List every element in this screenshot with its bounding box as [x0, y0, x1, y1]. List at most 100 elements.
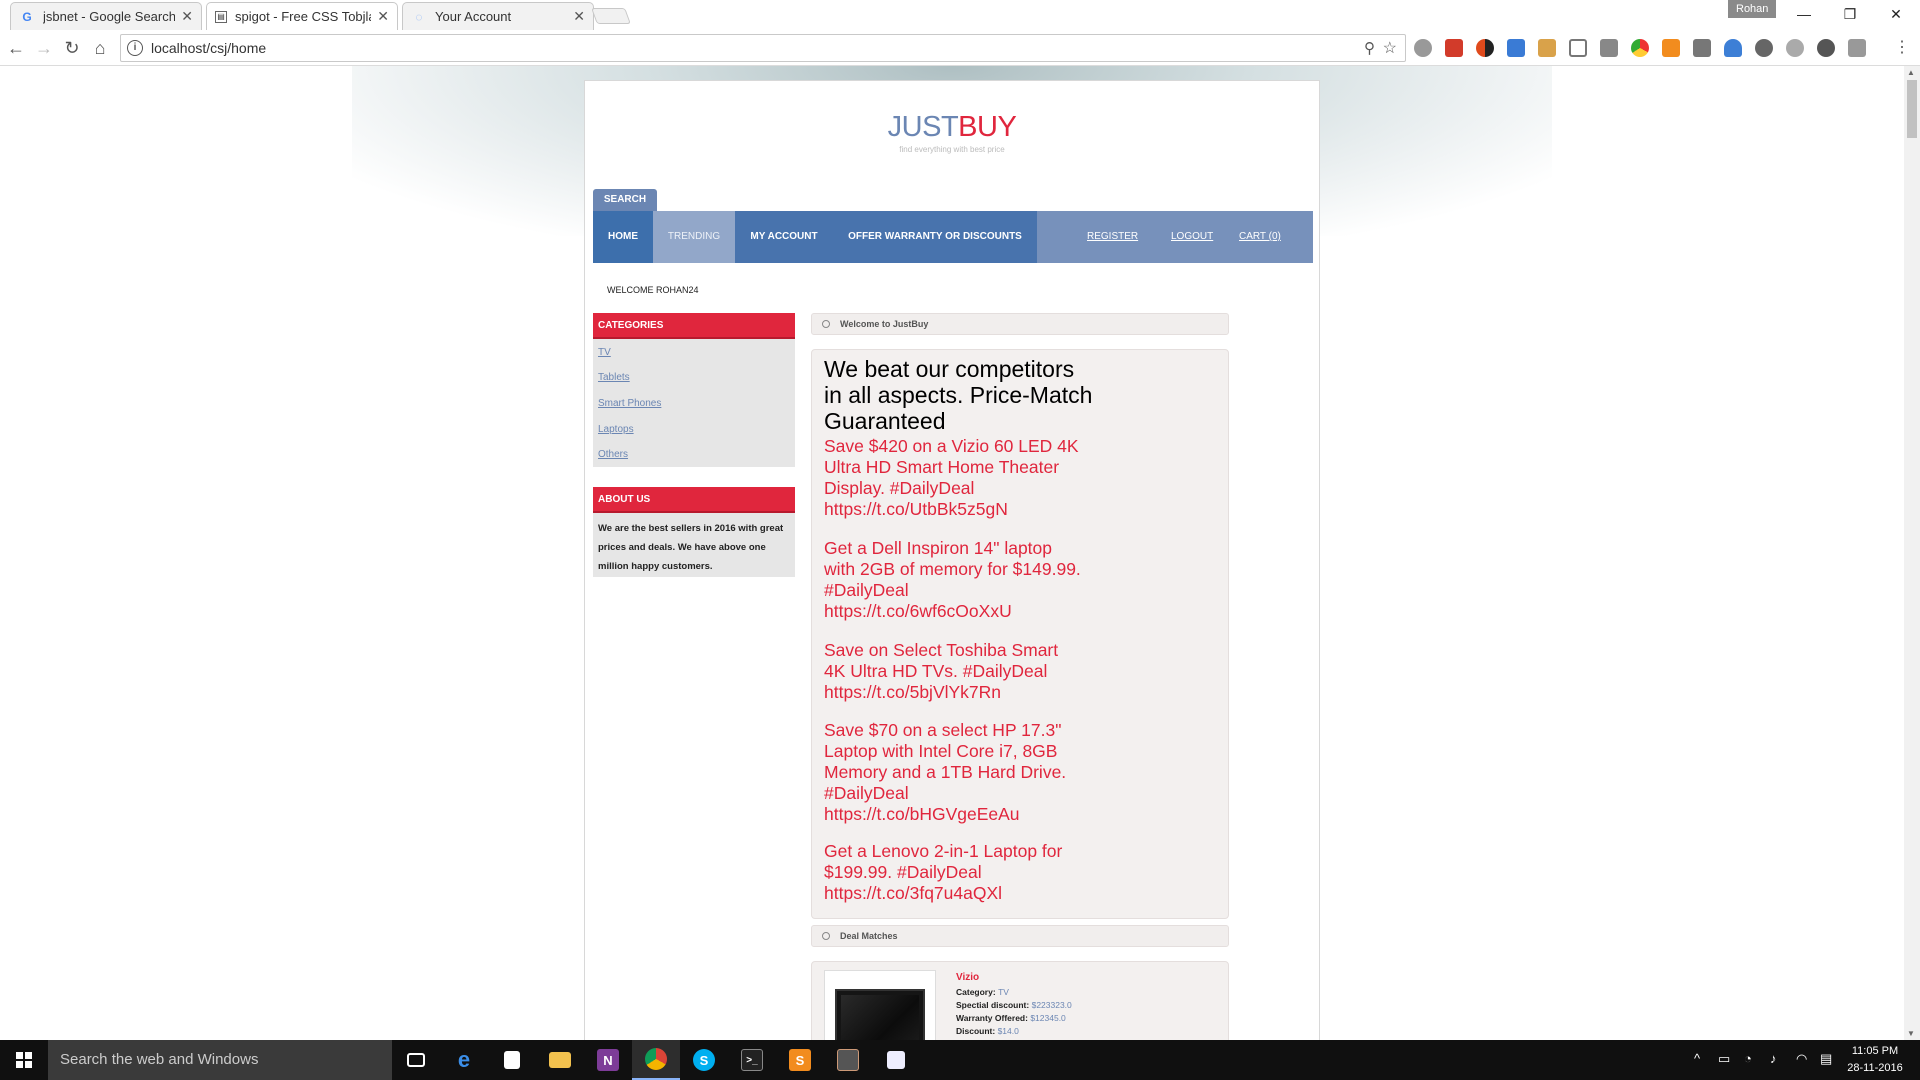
search-tab[interactable]: SEARCH	[593, 189, 657, 211]
file-explorer-icon[interactable]	[536, 1040, 584, 1080]
battery-icon[interactable]: ▭	[1718, 1051, 1730, 1067]
product-card: Vizio Category: TV Spectial discount: $2…	[811, 961, 1229, 1040]
skype-icon[interactable]: S	[680, 1040, 728, 1080]
category-link-laptops[interactable]: Laptops	[598, 424, 634, 435]
edge-icon[interactable]: e	[440, 1040, 488, 1080]
product-category-value: TV	[998, 987, 1009, 997]
bookmark-star-icon[interactable]: ☆	[1383, 38, 1397, 58]
reload-icon[interactable]: ↻	[60, 36, 84, 60]
forward-icon[interactable]: →	[32, 36, 56, 60]
google-icon: G	[22, 9, 32, 24]
category-link-tv[interactable]: TV	[598, 347, 611, 358]
nav-home[interactable]: HOME	[593, 211, 653, 263]
close-window-icon[interactable]: ✕	[1876, 2, 1916, 26]
product-discount-label: Discount:	[956, 1026, 996, 1036]
welcome-section-heading: Welcome to JustBuy	[811, 313, 1229, 335]
tab-title: Your Account	[435, 9, 512, 24]
page-viewport: JUSTBUY find everything with best price …	[0, 66, 1904, 1040]
deal-item: Get a Lenovo 2-in-1 Laptop for $199.99. …	[824, 841, 1063, 903]
close-tab-icon[interactable]: ✕	[377, 8, 389, 25]
scrollbar-thumb[interactable]	[1907, 80, 1917, 138]
orange-extension-icon[interactable]	[1476, 39, 1494, 57]
category-link-others[interactable]: Others	[598, 449, 628, 460]
app-window-icon[interactable]	[824, 1040, 872, 1080]
task-view-icon[interactable]	[392, 1040, 440, 1080]
tab-title: spigot - Free CSS Tobjlat	[235, 9, 372, 24]
close-tab-icon[interactable]: ✕	[573, 8, 585, 25]
product-warranty-value: $12345.0	[1030, 1013, 1066, 1023]
deal-matches-title: Deal Matches	[840, 931, 898, 941]
blue-s-extension-icon[interactable]	[1507, 39, 1525, 57]
page-scrollbar[interactable]: ▲ ▼	[1904, 66, 1920, 1040]
about-text: We are the best sellers in 2016 with gre…	[593, 513, 795, 577]
category-link-smart-phones[interactable]: Smart Phones	[598, 398, 661, 409]
show-hidden-icons-icon[interactable]: ^	[1694, 1051, 1700, 1066]
bs-extension-icon[interactable]	[1538, 39, 1556, 57]
close-tab-icon[interactable]: ✕	[181, 8, 193, 25]
headline-text: We beat our competitors in all aspects. …	[824, 356, 1093, 434]
deal-item: Save $420 on a Vizio 60 LED 4K Ultra HD …	[824, 436, 1079, 519]
info-icon[interactable]: i	[127, 40, 143, 56]
help-extension-icon[interactable]	[1817, 39, 1835, 57]
clock-date: 28-11-2016	[1847, 1062, 1903, 1074]
puzzle-extension-icon[interactable]	[1755, 39, 1773, 57]
product-warranty-label: Warranty Offered:	[956, 1013, 1028, 1023]
home-icon[interactable]: ⌂	[88, 36, 112, 60]
download-extension-icon[interactable]	[1724, 39, 1742, 57]
taskbar-search-box[interactable]: Search the web and Windows	[48, 1040, 392, 1080]
sublime-icon[interactable]: S	[776, 1040, 824, 1080]
scroll-down-icon[interactable]: ▼	[1907, 1029, 1915, 1038]
gray-extension-icon[interactable]	[1693, 39, 1711, 57]
onenote-icon[interactable]: N	[584, 1040, 632, 1080]
restore-icon[interactable]: ❐	[1830, 2, 1870, 26]
browser-tab-spigot[interactable]: ▤ spigot - Free CSS Tobjlat ✕	[206, 2, 398, 30]
settings-extension-icon[interactable]	[1786, 39, 1804, 57]
deal-item: Save on Select Toshiba Smart 4K Ultra HD…	[824, 640, 1059, 702]
windows-taskbar: Search the web and Windows e N S >_ S ^ …	[0, 1040, 1920, 1080]
chrome-icon[interactable]	[632, 1040, 680, 1080]
categories-heading: CATEGORIES	[593, 313, 795, 339]
scroll-up-icon[interactable]: ▲	[1907, 68, 1915, 77]
orange-badge-extension-icon[interactable]	[1662, 39, 1680, 57]
start-button[interactable]	[0, 1040, 48, 1080]
deal-matches-heading: Deal Matches	[811, 925, 1229, 947]
new-tab-button[interactable]	[591, 8, 631, 24]
url-text[interactable]: localhost/csj/home	[151, 40, 266, 56]
camera-extension-icon[interactable]	[1600, 39, 1618, 57]
nav-my-account[interactable]: MY ACCOUNT	[735, 211, 833, 263]
text-extension-icon[interactable]	[1848, 39, 1866, 57]
nav-offer-warranty[interactable]: OFFER WARRANTY OR DISCOUNTS	[833, 211, 1037, 263]
volume-icon[interactable]: ♪	[1770, 1051, 1777, 1066]
profile-badge[interactable]: Rohan	[1728, 0, 1777, 18]
nav-trending[interactable]: TRENDING	[653, 211, 735, 263]
browser-tab-account[interactable]: ◌ Your Account ✕	[402, 2, 594, 30]
minimize-icon[interactable]: —	[1784, 2, 1824, 26]
site-logo[interactable]: JUSTBUY	[585, 111, 1319, 144]
red-extension-icon[interactable]	[1445, 39, 1463, 57]
product-special-discount-value: $223323.0	[1031, 1000, 1072, 1010]
bullet-icon	[822, 320, 830, 328]
action-center-icon[interactable]: ▤	[1820, 1051, 1832, 1067]
browser-tabstrip: G jsbnet - Google Search ✕ ▤ spigot - Fr…	[0, 0, 1920, 30]
nav-cart-link[interactable]: CART (0)	[1239, 211, 1281, 263]
taskbar-clock[interactable]: 11:05 PM 28-11-2016	[1840, 1043, 1910, 1077]
product-image-tv[interactable]	[824, 970, 936, 1040]
terminal-icon[interactable]: >_	[728, 1040, 776, 1080]
nav-register-link[interactable]: REGISTER	[1087, 211, 1138, 263]
notepad-icon[interactable]	[872, 1040, 920, 1080]
category-link-tablets[interactable]: Tablets	[598, 372, 630, 383]
chrome-menu-icon[interactable]: ⋮	[1890, 36, 1914, 60]
nav-logout-link[interactable]: LOGOUT	[1171, 211, 1213, 263]
browser-tab-google[interactable]: G jsbnet - Google Search ✕	[10, 2, 202, 30]
cast-icon[interactable]	[1569, 39, 1587, 57]
wifi-icon[interactable]: ◠	[1796, 1051, 1807, 1067]
page-icon: ▤	[215, 10, 227, 23]
zoom-icon[interactable]: ⚲	[1364, 39, 1375, 57]
store-icon[interactable]	[488, 1040, 536, 1080]
adblock-extension-icon[interactable]	[1414, 39, 1432, 57]
back-icon[interactable]: ←	[4, 36, 28, 60]
network-icon[interactable]: ◔	[1744, 1051, 1752, 1066]
color-extension-icon[interactable]	[1631, 39, 1649, 57]
product-name[interactable]: Vizio	[956, 972, 979, 983]
address-bar[interactable]: i localhost/csj/home ⚲ ☆	[120, 34, 1406, 62]
